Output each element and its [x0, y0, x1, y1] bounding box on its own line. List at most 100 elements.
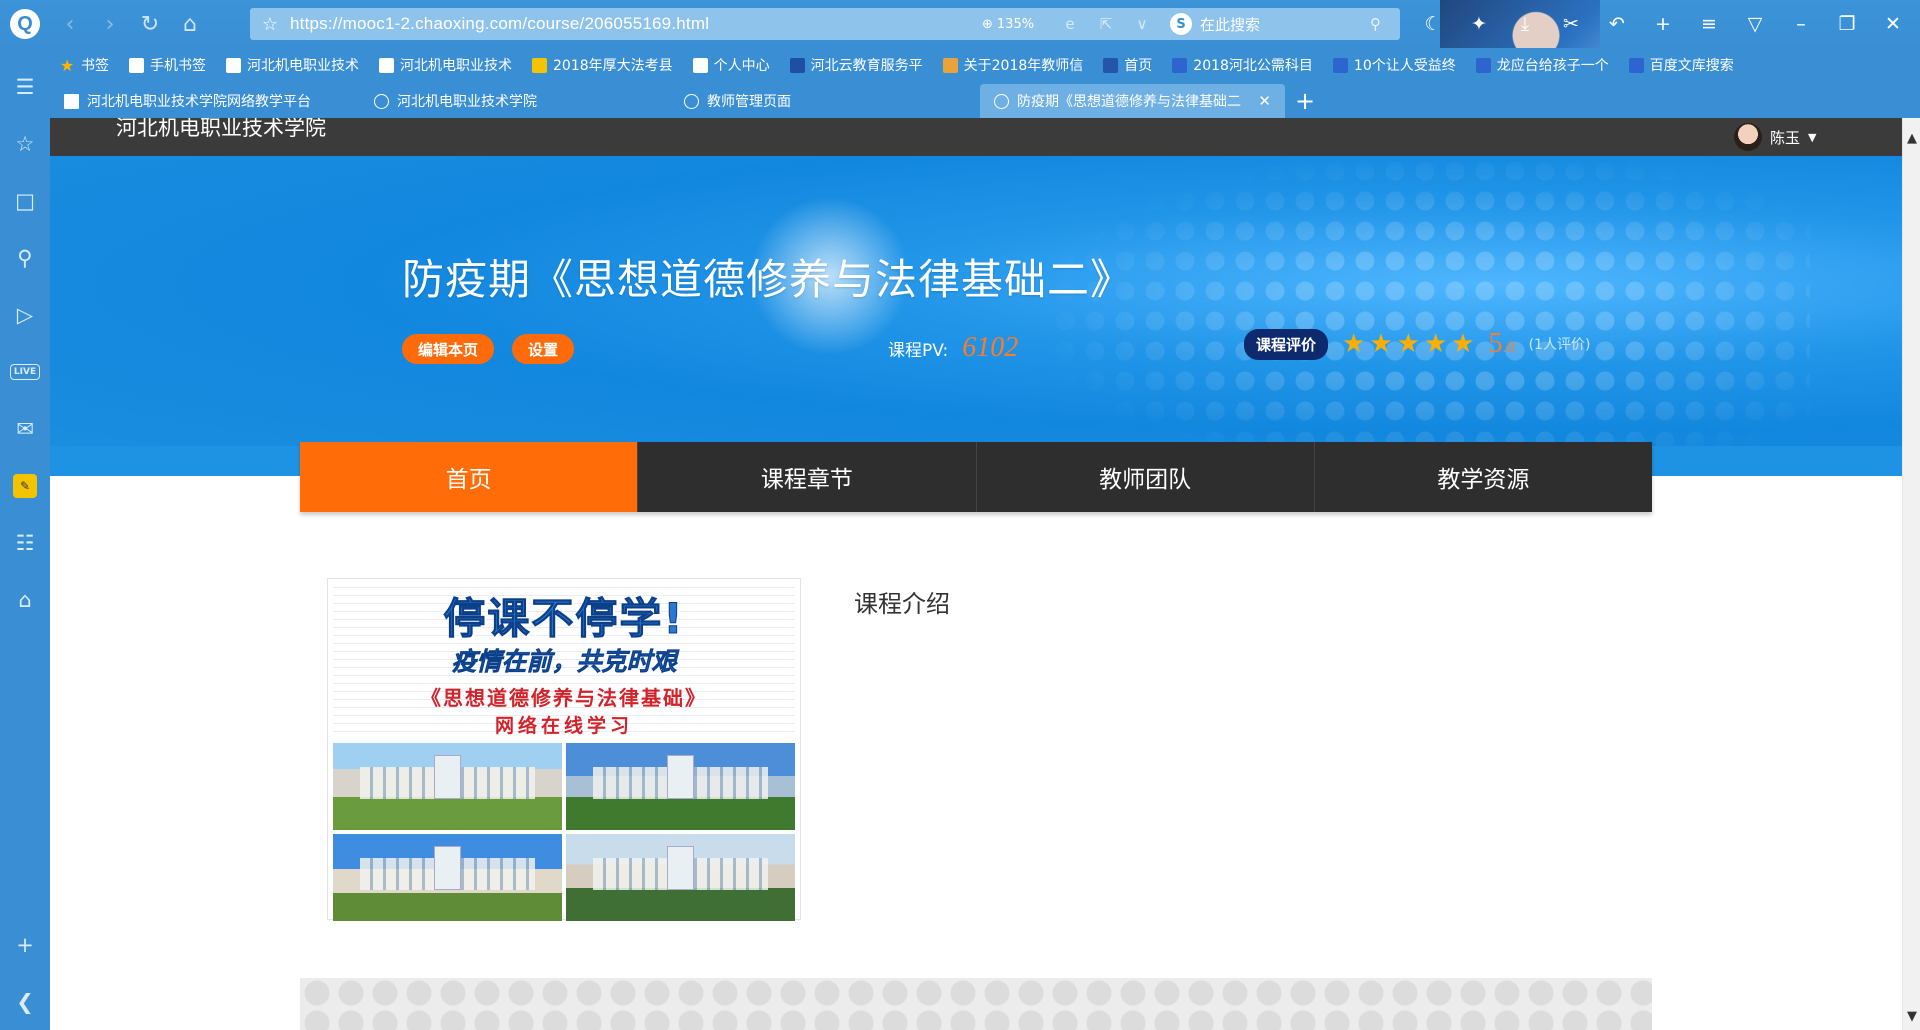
bookmark-item[interactable]: 手机书签: [119, 48, 216, 82]
scroll-down-icon[interactable]: ▼: [1903, 1006, 1920, 1026]
browser-tab[interactable]: 河北机电职业技术学院: [360, 84, 670, 118]
search-box[interactable]: S 在此搜索 ⚲: [1160, 8, 1400, 40]
refresh-icon[interactable]: ↻: [130, 4, 170, 44]
toolbar-right: ☾ ✦ ⤓ ✂ ↶ + ≡ ▽ – ❐ ✕: [1410, 0, 1916, 48]
add-icon[interactable]: +: [1640, 0, 1686, 48]
bookmark-label: 河北云教育服务平: [810, 58, 923, 74]
favicon-icon: [379, 57, 394, 73]
chat-icon[interactable]: ✉: [0, 400, 50, 457]
browser-tab[interactable]: 河北机电职业技术学院网络教学平台: [50, 84, 360, 118]
bookmark-label: 10个让人受益终: [1353, 58, 1456, 74]
cover-line4: 网络在线学习: [494, 715, 633, 737]
cart-icon[interactable]: ⌂: [0, 571, 50, 628]
star-icon[interactable]: ★: [1451, 329, 1474, 359]
bookmark-item[interactable]: 龙应台给孩子一个: [1466, 48, 1619, 82]
tab-label: 教师管理页面: [707, 94, 791, 110]
translate-icon[interactable]: ☷: [0, 514, 50, 571]
course-nav: 首页 课程章节 教师团队 教学资源: [300, 442, 1652, 512]
add-sidebar-icon[interactable]: +: [0, 916, 50, 973]
favicon-icon: [1103, 57, 1119, 73]
favicon-icon: [1172, 57, 1188, 73]
search-engine-icon[interactable]: S: [1170, 13, 1192, 35]
bookmark-item[interactable]: 首页: [1093, 48, 1162, 82]
rating-badge[interactable]: 课程评价: [1244, 328, 1329, 360]
nav-tab-1[interactable]: 课程章节: [638, 442, 977, 512]
close-icon[interactable]: ✕: [1870, 0, 1916, 48]
rating-count: (1人评价): [1528, 337, 1591, 353]
url-text[interactable]: https://mooc1-2.chaoxing.com/course/2060…: [290, 14, 982, 34]
bookmark-label: 手机书签: [150, 58, 206, 74]
search-icon[interactable]: ⚲: [1370, 15, 1400, 33]
bookmark-item[interactable]: ★ 书签: [50, 48, 119, 82]
zoom-icon: ⊕: [982, 16, 993, 32]
back-icon[interactable]: ‹: [50, 4, 90, 44]
minimize-icon[interactable]: –: [1778, 0, 1824, 48]
rating-stars[interactable]: ★ ★ ★ ★ ★: [1342, 329, 1475, 359]
zoom-indicator[interactable]: ⊕ 135%: [982, 17, 1052, 32]
star-icon[interactable]: ★: [1424, 329, 1447, 359]
cover-line2: 疫情在前，共克时艰: [451, 647, 677, 677]
scissors-icon[interactable]: ✂: [1548, 0, 1594, 48]
download-icon[interactable]: ⤓: [1502, 0, 1548, 48]
chevron-down-icon[interactable]: ▼: [1808, 131, 1816, 144]
bookmark-item[interactable]: 河北机电职业技术: [369, 48, 522, 82]
bookmark-item[interactable]: 河北云教育服务平: [780, 48, 933, 82]
collapse-sidebar-icon[interactable]: ❮: [0, 973, 50, 1030]
book-icon[interactable]: □: [0, 172, 50, 229]
address-bar[interactable]: ☆ https://mooc1-2.chaoxing.com/course/20…: [250, 8, 1400, 40]
new-tab-button[interactable]: +: [1285, 84, 1325, 118]
campus-photos: [333, 743, 795, 921]
bookmark-item[interactable]: 2018年厚大法考县: [522, 48, 683, 82]
rating-score-int: 5: [1488, 328, 1503, 359]
user-menu[interactable]: 陈玉 ▼: [1734, 118, 1816, 156]
favicon-icon: [1628, 57, 1644, 73]
rating-score: 5.0: [1489, 328, 1515, 360]
forward-icon[interactable]: ›: [90, 4, 130, 44]
star-icon[interactable]: ★: [1369, 329, 1392, 359]
bookmark-star-icon[interactable]: ☆: [250, 14, 290, 35]
share-icon[interactable]: ⇱: [1088, 15, 1124, 33]
settings-button[interactable]: 设置: [512, 334, 575, 364]
bookmark-label: 2018河北公需科目: [1193, 58, 1313, 74]
game-icon[interactable]: ✦: [1456, 0, 1502, 48]
nav-tab-0[interactable]: 首页: [300, 442, 639, 512]
bookmark-item[interactable]: 河北机电职业技术: [216, 48, 369, 82]
home-icon[interactable]: ⌂: [170, 4, 210, 44]
star-icon[interactable]: ★: [1397, 329, 1420, 359]
bookmark-label: 河北机电职业技术: [247, 58, 359, 74]
undo-icon[interactable]: ↶: [1594, 0, 1640, 48]
scroll-up-icon[interactable]: ▲: [1903, 128, 1920, 148]
browser-tab[interactable]: 教师管理页面: [670, 84, 980, 118]
banner-decoration: [1050, 156, 1810, 476]
bookmark-item[interactable]: 2018河北公需科目: [1162, 48, 1323, 82]
video-icon[interactable]: ▷: [0, 286, 50, 343]
favicon-icon: [692, 57, 708, 73]
search-sidebar-icon[interactable]: ⚲: [0, 229, 50, 286]
favorites-icon[interactable]: ☆: [0, 115, 50, 172]
nav-tab-2[interactable]: 教师团队: [977, 442, 1315, 512]
menu-icon[interactable]: ≡: [1686, 0, 1732, 48]
bookmark-item[interactable]: 关于2018年教师信: [933, 48, 1094, 82]
bookmark-item[interactable]: 10个让人受益终: [1323, 48, 1466, 82]
restore-icon[interactable]: ❐: [1824, 0, 1870, 48]
search-input[interactable]: 在此搜索: [1200, 14, 1370, 35]
night-mode-icon[interactable]: ☾: [1410, 0, 1456, 48]
star-icon[interactable]: ★: [1342, 329, 1365, 359]
ie-mode-icon[interactable]: e: [1052, 15, 1088, 33]
reader-icon[interactable]: ☰: [0, 58, 50, 115]
user-name[interactable]: 陈玉: [1770, 127, 1800, 148]
browser-logo-icon[interactable]: Q: [0, 0, 50, 48]
tab-close-icon[interactable]: ✕: [1258, 92, 1271, 110]
avatar[interactable]: [1734, 123, 1762, 151]
browser-tab[interactable]: 防疫期《思想道德修养与法律基础二 ✕: [980, 84, 1285, 118]
page-scrollbar[interactable]: ▲ ▼: [1902, 118, 1920, 1030]
edit-page-button[interactable]: 编辑本页: [402, 334, 495, 364]
live-icon[interactable]: LIVE: [0, 343, 50, 400]
skin-icon[interactable]: ▽: [1732, 0, 1778, 48]
nav-tab-3[interactable]: 教学资源: [1315, 442, 1652, 512]
bookmark-item[interactable]: 百度文库搜索: [1619, 48, 1744, 82]
notes-icon[interactable]: ✎: [0, 457, 50, 514]
school-name[interactable]: 河北机电职业技术学院: [116, 118, 326, 142]
chevron-down-icon[interactable]: ∨: [1124, 15, 1160, 33]
bookmark-item[interactable]: 个人中心: [683, 48, 780, 82]
